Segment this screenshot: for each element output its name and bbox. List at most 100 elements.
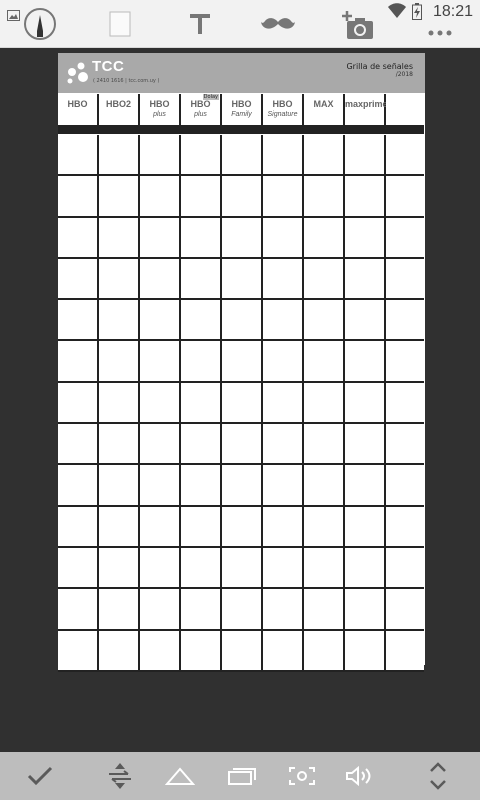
- grid-cell: [345, 465, 386, 507]
- screenshot-button[interactable]: [282, 756, 322, 796]
- recents-icon: [228, 768, 256, 785]
- grid-cell: [263, 135, 304, 177]
- grid-cell: [99, 506, 140, 548]
- grid-row: [58, 176, 425, 218]
- grid-cell: [140, 217, 181, 259]
- grid-cell: [386, 589, 424, 631]
- channel-sublabel: Family: [231, 111, 252, 118]
- grid-cell: [345, 424, 386, 466]
- grid-cell: [58, 300, 99, 342]
- grid-cell: [181, 176, 222, 218]
- grid-cell: [222, 382, 263, 425]
- swap-button[interactable]: [100, 756, 140, 796]
- grid-cell: [263, 465, 304, 507]
- wifi-icon: [388, 3, 406, 23]
- grid-cell: [304, 547, 345, 590]
- grid-cell: [263, 300, 304, 342]
- grid-cell: [140, 547, 181, 590]
- grid-cell: [263, 258, 304, 301]
- pen-tool-button[interactable]: [20, 4, 60, 44]
- grid-cell: [263, 630, 304, 672]
- expand-button[interactable]: [418, 756, 458, 796]
- home-icon: [165, 767, 195, 785]
- add-photo-icon: [342, 11, 373, 39]
- channel-label: HBO: [272, 99, 293, 109]
- home-button[interactable]: [160, 756, 200, 796]
- channel-logo: HBO Signature: [263, 100, 302, 119]
- grid-cell: [58, 382, 99, 425]
- chevron-up-down-icon: [430, 762, 446, 790]
- grid-cell: [99, 135, 140, 177]
- grid-cell: [99, 300, 140, 342]
- color-swatch-icon: [109, 11, 131, 37]
- grid-cell: [222, 135, 263, 177]
- grid-cell: [99, 382, 140, 425]
- grid-cell: [99, 258, 140, 301]
- grid-cell: [386, 258, 424, 301]
- grid-row: [58, 547, 425, 590]
- volume-button[interactable]: [340, 756, 380, 796]
- grid-cell: [181, 589, 222, 631]
- channel-header-cell: HBO: [58, 94, 99, 134]
- grid-cell: [222, 341, 263, 383]
- brand-name: TCC: [92, 58, 125, 75]
- channel-header-cell: HBO plus Dolay: [181, 94, 222, 134]
- channel-header-row: HBO HBO2 HBO plus HBO plus Dolay HBO Family HBO Si…: [58, 94, 425, 134]
- grid-cell: [181, 465, 222, 507]
- grid-cell: [304, 217, 345, 259]
- channel-bar: [222, 125, 261, 132]
- confirm-button[interactable]: [20, 756, 60, 796]
- grid-cell: [386, 547, 424, 590]
- grid-cell: [386, 630, 424, 672]
- status-time: 18:21: [432, 3, 473, 20]
- swap-arrows-icon: [109, 763, 131, 789]
- grid-cell: [181, 217, 222, 259]
- grid-cell: [386, 300, 424, 342]
- channel-bar: [263, 125, 302, 132]
- channel-logo: [386, 100, 424, 101]
- grid-cell: [386, 176, 424, 218]
- channel-bar: [58, 125, 97, 132]
- channel-logo: HBO plus: [181, 100, 220, 119]
- channel-label: HBO: [190, 99, 211, 109]
- grid-row: [58, 135, 425, 177]
- channel-logo: maxprime: [345, 100, 388, 110]
- add-photo-button[interactable]: [338, 4, 378, 44]
- channel-sublabel: plus: [194, 111, 207, 118]
- grid-cell: [181, 547, 222, 590]
- document-canvas[interactable]: TCC ( 2410 1616 | tcc.com.uy ) Grilla de…: [58, 53, 425, 672]
- channel-sublabel: plus: [153, 111, 166, 118]
- grid-cell: [99, 630, 140, 672]
- channel-header-cell: maxprime: [345, 94, 388, 134]
- mustache-sticker-button[interactable]: [258, 4, 298, 44]
- grid-cell: [345, 258, 386, 301]
- grid-cell: [386, 135, 424, 177]
- channel-bar: [99, 125, 138, 132]
- channel-bar: [345, 125, 384, 132]
- grid-cell: [304, 589, 345, 631]
- screen: 18:21 TCC ( 2410 1616 | tcc.com.uy ) Gri…: [0, 0, 480, 800]
- channel-logo: MAX: [304, 100, 343, 110]
- channel-label: HBO: [67, 99, 88, 109]
- grid-cell: [181, 135, 222, 177]
- grid-cell: [58, 424, 99, 466]
- grid-cell: [345, 382, 386, 425]
- grid-cell: [304, 630, 345, 672]
- grid-row: [58, 300, 425, 342]
- grid-cell: [58, 589, 99, 631]
- grid-cell: [386, 382, 424, 425]
- color-swatch-button[interactable]: [100, 4, 140, 44]
- grid-cell: [58, 547, 99, 590]
- mustache-icon: [261, 18, 295, 29]
- recents-button[interactable]: [222, 756, 262, 796]
- grid-row: [58, 382, 425, 425]
- grid-cell: [99, 217, 140, 259]
- grid-cell: [304, 506, 345, 548]
- text-tool-button[interactable]: [180, 4, 220, 44]
- grid-cell: [222, 630, 263, 672]
- grid-cell: [386, 217, 424, 259]
- grid-cell: [345, 547, 386, 590]
- channel-bar: [181, 125, 220, 132]
- grid-cell: [181, 630, 222, 672]
- grid-cell: [304, 135, 345, 177]
